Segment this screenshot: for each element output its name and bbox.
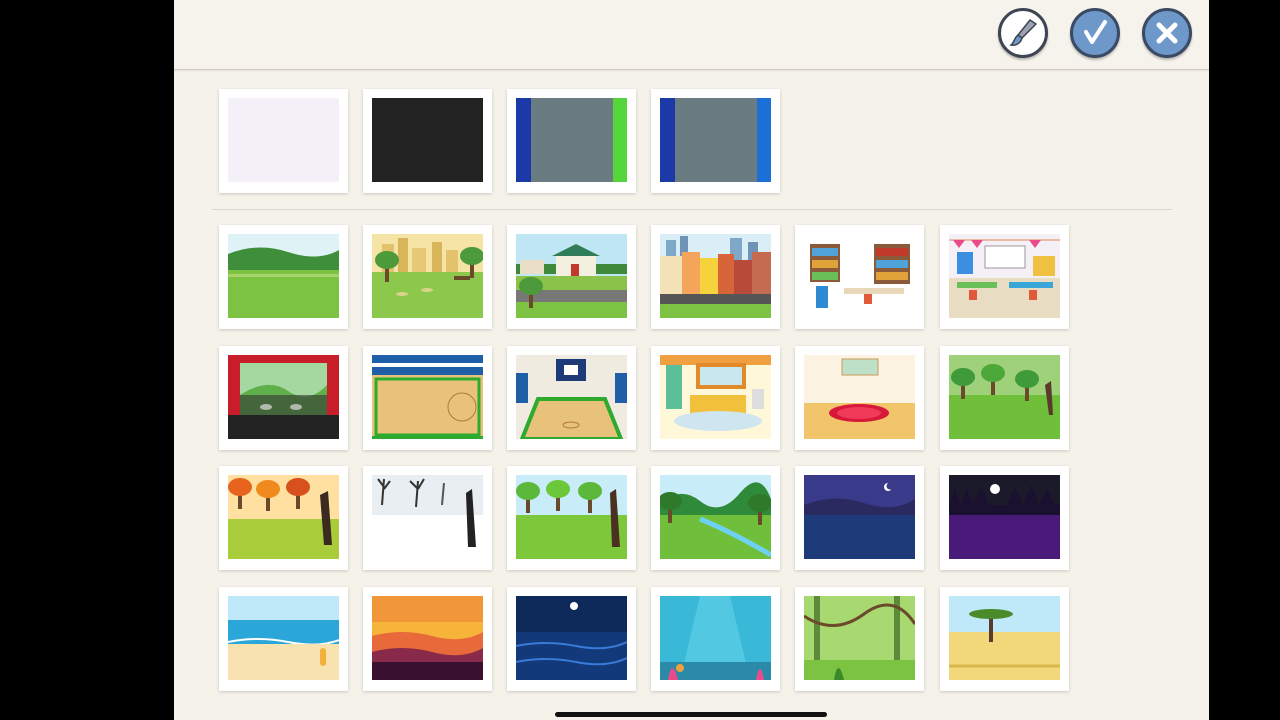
bg-library-card[interactable] — [795, 225, 924, 329]
bg-winter-forest-thumbnail — [372, 475, 483, 559]
bg-basketball-court-thumbnail — [516, 355, 627, 439]
bg-black-thumbnail — [372, 98, 483, 182]
paintbrush-button[interactable] — [998, 8, 1048, 58]
bg-basketball-court-top-thumbnail — [372, 355, 483, 439]
bg-meadow-card[interactable] — [219, 225, 348, 329]
bg-city-park-thumbnail — [372, 234, 483, 318]
bg-night-lake-card[interactable] — [795, 466, 924, 570]
bg-autumn-forest-card[interactable] — [219, 466, 348, 570]
bg-summer-forest-card[interactable] — [940, 346, 1069, 450]
section-divider — [212, 209, 1172, 210]
bg-savanna-thumbnail — [949, 596, 1060, 680]
bg-classroom-thumbnail — [949, 234, 1060, 318]
bg-city-street-thumbnail — [660, 234, 771, 318]
bg-suburb-street-card[interactable] — [507, 225, 636, 329]
bg-black-card[interactable] — [363, 89, 492, 193]
home-indicator — [555, 712, 827, 717]
bg-savanna-card[interactable] — [940, 587, 1069, 691]
bg-sunset-sea-card[interactable] — [363, 587, 492, 691]
bg-jungle-card[interactable] — [795, 587, 924, 691]
bg-night-forest-card[interactable] — [940, 466, 1069, 570]
bg-river-valley-card[interactable] — [651, 466, 780, 570]
bg-empty-room-card[interactable] — [795, 346, 924, 450]
background-picker-panel — [174, 0, 1209, 720]
bg-night-ocean-thumbnail — [516, 596, 627, 680]
bg-beach-thumbnail — [228, 596, 339, 680]
bg-autumn-forest-thumbnail — [228, 475, 339, 559]
bg-green-screen-card[interactable] — [507, 89, 636, 193]
top-toolbar — [174, 0, 1209, 70]
bg-sunset-sea-thumbnail — [372, 596, 483, 680]
bg-city-park-card[interactable] — [363, 225, 492, 329]
bg-night-forest-thumbnail — [949, 475, 1060, 559]
bg-green-screen-thumbnail — [516, 98, 627, 182]
bg-empty-room-thumbnail — [804, 355, 915, 439]
bg-bedroom-card[interactable] — [651, 346, 780, 450]
paintbrush-icon — [1009, 18, 1038, 46]
bg-theater-stage-card[interactable] — [219, 346, 348, 450]
bg-blue-screen-card[interactable] — [651, 89, 780, 193]
bg-winter-forest-card[interactable] — [363, 466, 492, 570]
bg-library-thumbnail — [804, 234, 915, 318]
bg-bedroom-thumbnail — [660, 355, 771, 439]
bg-white-card[interactable] — [219, 89, 348, 193]
bg-spring-forest-thumbnail — [516, 475, 627, 559]
bg-river-valley-thumbnail — [660, 475, 771, 559]
bg-basketball-court-top-card[interactable] — [363, 346, 492, 450]
bg-night-lake-thumbnail — [804, 475, 915, 559]
bg-city-street-card[interactable] — [651, 225, 780, 329]
bg-summer-forest-thumbnail — [949, 355, 1060, 439]
bg-beach-card[interactable] — [219, 587, 348, 691]
bg-underwater-card[interactable] — [651, 587, 780, 691]
bg-underwater-thumbnail — [660, 596, 771, 680]
bg-theater-stage-thumbnail — [228, 355, 339, 439]
bg-white-thumbnail — [228, 98, 339, 182]
bg-blue-screen-thumbnail — [660, 98, 771, 182]
bg-spring-forest-card[interactable] — [507, 466, 636, 570]
checkmark-icon — [1084, 20, 1107, 44]
bg-classroom-card[interactable] — [940, 225, 1069, 329]
bg-jungle-thumbnail — [804, 596, 915, 680]
close-button[interactable] — [1142, 8, 1192, 58]
bg-meadow-thumbnail — [228, 234, 339, 318]
confirm-button[interactable] — [1070, 8, 1120, 58]
close-icon — [1156, 22, 1178, 44]
bg-suburb-street-thumbnail — [516, 234, 627, 318]
bg-night-ocean-card[interactable] — [507, 587, 636, 691]
bg-basketball-court-card[interactable] — [507, 346, 636, 450]
